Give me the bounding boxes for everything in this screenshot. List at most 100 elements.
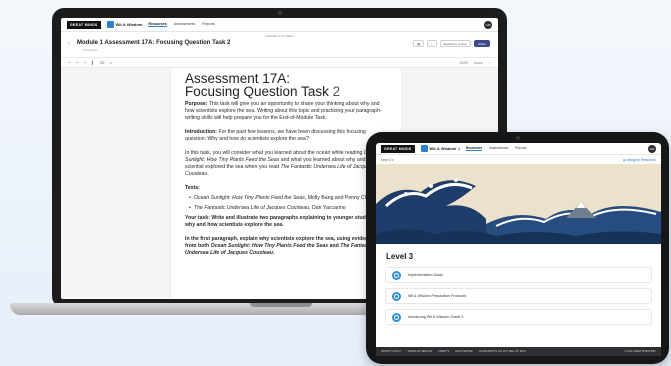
assigned-resources-label: Assigned Resources — [626, 157, 656, 162]
highlight-icon[interactable]: ▍ — [92, 61, 95, 65]
share-button[interactable]: Share — [473, 40, 490, 47]
resource-item[interactable]: Implementation Guide — [385, 267, 652, 283]
zoom-button[interactable]: Zoom — [474, 61, 483, 65]
resource-label: Wit & Wisdom Preparation Protocols — [408, 294, 467, 298]
tablet-device: GREAT MINDS Wit & Wisdom ▾ Resources Ass… — [366, 132, 669, 364]
intro-paragraph: Introduction: For the past few lessons, … — [185, 129, 387, 143]
page-title: Module 1 Assessment 17A: Focusing Questi… — [77, 40, 231, 46]
document-titlebar: ‹ Previous 1 of 1 Next › ‹ Module 1 Asse… — [61, 32, 498, 58]
product-icon — [420, 145, 428, 152]
wave-banner-image — [376, 164, 661, 244]
camera — [516, 136, 520, 140]
product-switcher[interactable]: Wit & Wisdom ▾ — [420, 145, 460, 152]
texts-label: Texts: — [185, 185, 200, 191]
resource-label: Implementation Guide — [408, 273, 444, 277]
footer-link-credits[interactable]: CREDITS — [438, 350, 449, 353]
purpose-paragraph: Purpose: This task will give you an oppo… — [185, 101, 387, 122]
nav-reports[interactable]: Reports — [515, 146, 526, 151]
nav-resources[interactable]: Resources — [148, 22, 167, 27]
list-item: • The Fantastic Undersea Life of Jacques… — [189, 205, 387, 212]
app-header: GREAT MINDS Wit & Wisdom ▾ Resources Ass… — [376, 143, 661, 155]
text2-title: The Fantastic Undersea Life of Jacques C… — [193, 205, 310, 211]
chevron-down-icon: ▾ — [458, 146, 460, 151]
resource-item[interactable]: Wit & Wisdom Preparation Protocols — [385, 288, 652, 304]
heading-text: Focusing Question Task — [185, 84, 329, 99]
avatar[interactable]: GM — [484, 20, 492, 29]
bullet-icon: • — [189, 195, 191, 201]
footer-copyright: © 2024 GREAT MINDS PBC — [624, 350, 656, 353]
zoom-controls: 100% Zoom ⌕ — [459, 61, 491, 65]
layout-icon[interactable]: ▦ — [413, 40, 425, 47]
main-nav: Resources Assessments Reports — [148, 22, 215, 27]
product-name: Wit & Wisdom — [115, 22, 143, 27]
title-tools: ▦ ↓ Expand to screen Share — [413, 40, 490, 47]
nav-resources[interactable]: Resources — [465, 146, 483, 151]
your-task: Your task: Write and illustrate two para… — [185, 215, 377, 228]
task-text-a: In this task, you will consider what you… — [185, 150, 364, 156]
texts-heading: Texts: — [185, 185, 387, 192]
resource-icon — [392, 270, 401, 280]
edit-toolbar: ↶ ↷ ✎ ▍ ⌫ ∞ 100% Zoom ⌕ — [61, 58, 498, 68]
task-paragraph: In this task, you will consider what you… — [185, 150, 387, 178]
main-nav: Resources Assessments Reports — [465, 146, 526, 151]
resource-icon — [392, 291, 401, 301]
download-icon[interactable]: ↓ — [427, 40, 437, 47]
purpose-label: Purpose: — [185, 101, 208, 107]
nav-reports[interactable]: Reports — [202, 22, 215, 27]
product-switcher[interactable]: Wit & Wisdom — [106, 21, 143, 28]
list-item-text: The Fantastic Undersea Life of Jacques C… — [194, 205, 346, 212]
heading-number: 2 — [332, 84, 341, 99]
fp-text-c: . — [272, 250, 275, 256]
level-select-value: Level 3 — [381, 157, 392, 162]
nav-assessments[interactable]: Assessments — [174, 22, 195, 27]
footer-link-terms[interactable]: TERMS OF SERVICE — [408, 350, 433, 353]
avatar[interactable]: GM — [648, 144, 656, 153]
fp-title-1: Ocean Sunlight: How Tiny Plants Feed the… — [210, 243, 329, 249]
list-item: • Ocean Sunlight: How Tiny Plants Feed t… — [189, 195, 387, 202]
bullet-icon: • — [189, 205, 191, 211]
resource-icon — [392, 312, 401, 322]
nav-assessments[interactable]: Assessments — [489, 146, 508, 151]
pen-icon[interactable]: ✎ — [84, 61, 87, 65]
pagination[interactable]: ‹ Previous 1 of 1 Next › — [61, 34, 498, 38]
tablet-screen: GREAT MINDS Wit & Wisdom ▾ Resources Ass… — [376, 143, 661, 356]
brand-logo[interactable]: GREAT MINDS — [381, 144, 415, 153]
intro-label: Introduction: — [185, 129, 217, 135]
product-name: Wit & Wisdom — [429, 146, 457, 151]
zoom-level[interactable]: 100% — [459, 61, 468, 65]
undo-icon[interactable]: ↶ — [68, 61, 71, 65]
level-select[interactable]: Level 3 ▾ — [381, 158, 394, 162]
purpose-text: This task will give you an opportunity t… — [185, 101, 382, 121]
fp-text-b: and — [328, 243, 341, 249]
app-header: GREAT MINDS Wit & Wisdom Resources Asses… — [61, 18, 498, 32]
text2-author: , Dan Yaccarino — [309, 205, 346, 211]
product-showcase: GREAT MINDS Wit & Wisdom Resources Asses… — [0, 0, 671, 366]
great-wave-illustration — [376, 164, 661, 244]
brand-logo[interactable]: GREAT MINDS — [67, 20, 101, 29]
redo-icon[interactable]: ↷ — [76, 61, 79, 65]
resource-label: Introducing Wit & Wisdom Grade 3 — [408, 315, 464, 319]
resource-item[interactable]: Introducing Wit & Wisdom Grade 3 — [385, 309, 652, 325]
page-heading-line2: Focusing Question Task 2 — [185, 84, 387, 99]
doc-subtitle: Worksheet — [83, 48, 98, 52]
camera — [278, 11, 282, 15]
text1-title: Ocean Sunlight: How Tiny Plants Feed the… — [193, 195, 305, 201]
assigned-resources-link[interactable]: ▤ Assigned Resources — [623, 158, 656, 162]
footer-link-privacy[interactable]: PRIVACY POLICY — [381, 350, 402, 353]
link-icon[interactable]: ∞ — [109, 61, 112, 65]
list-item-text: Ocean Sunlight: How Tiny Plants Feed the… — [194, 195, 383, 202]
footer-link-ca[interactable]: CA RESIDENTS: DO NOT SELL MY INFO — [479, 350, 526, 353]
first-paragraph-instructions: In the first paragraph, explain why scie… — [185, 236, 387, 257]
level-bar: Level 3 ▾ ▤ Assigned Resources — [376, 155, 661, 164]
level-heading: Level 3 — [386, 252, 414, 261]
product-icon — [106, 21, 114, 28]
chevron-left-icon[interactable]: ‹ — [68, 41, 70, 47]
expand-button[interactable]: Expand to screen — [439, 40, 471, 47]
search-icon[interactable]: ⌕ — [489, 61, 491, 65]
laptop-notch — [250, 303, 312, 307]
erase-icon[interactable]: ⌫ — [100, 61, 105, 65]
footer-link-help[interactable]: HELP CENTER — [455, 350, 472, 353]
task-text-c: . — [207, 171, 209, 177]
footer: PRIVACY POLICY TERMS OF SERVICE CREDITS … — [376, 347, 661, 356]
chevron-down-icon: ▾ — [392, 157, 394, 162]
